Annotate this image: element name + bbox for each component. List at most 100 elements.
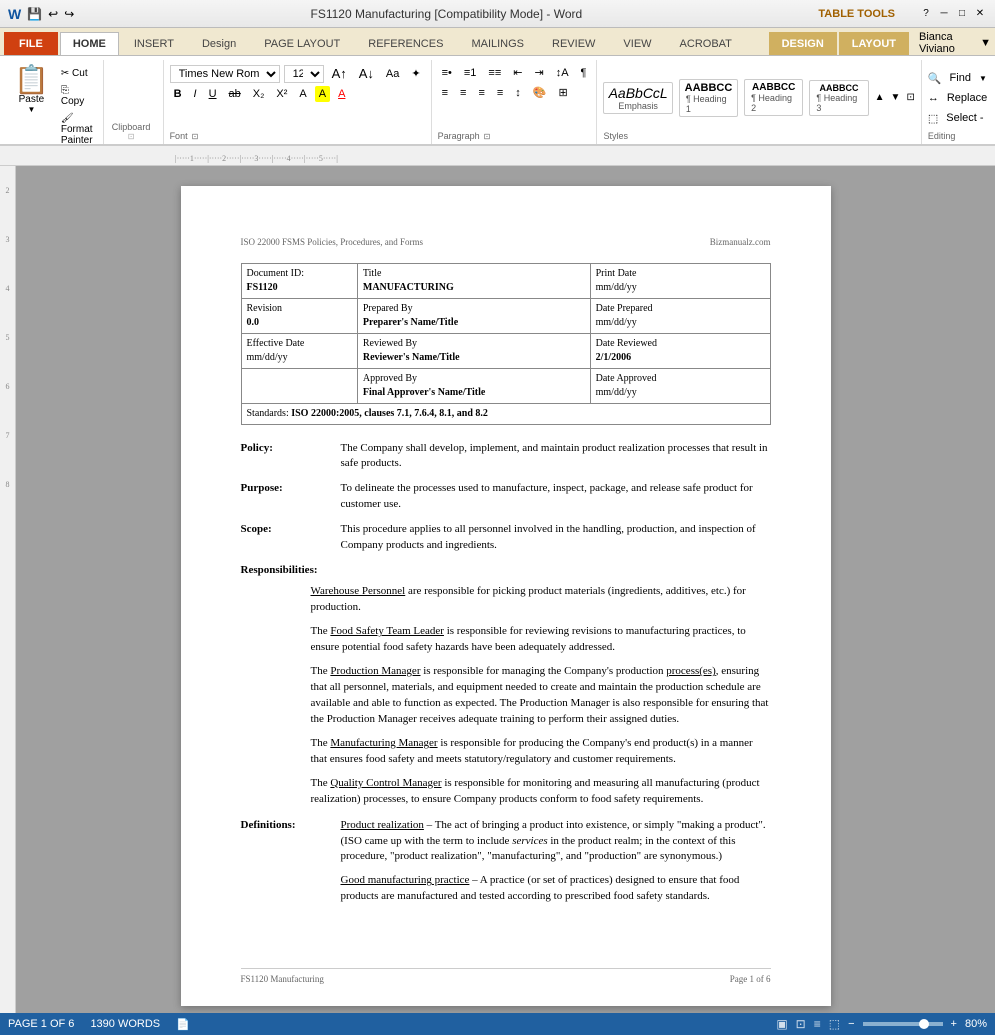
undo-btn[interactable]: ↩ bbox=[48, 7, 58, 21]
shading-btn[interactable]: 🎨 bbox=[529, 84, 551, 101]
page-header: ISO 22000 FSMS Policies, Procedures, and… bbox=[241, 236, 771, 249]
tab-table-design[interactable]: DESIGN bbox=[769, 32, 837, 55]
minimize-btn[interactable]: ─ bbox=[937, 7, 951, 21]
zoom-in-btn[interactable]: + bbox=[951, 1018, 957, 1030]
italic-button[interactable]: I bbox=[190, 86, 201, 102]
view-print-btn[interactable]: ▣ bbox=[776, 1017, 787, 1031]
find-icon: 🔍 bbox=[928, 72, 942, 85]
tab-design[interactable]: Design bbox=[189, 32, 249, 55]
bold-button[interactable]: B bbox=[170, 86, 186, 102]
change-case-btn[interactable]: Aa bbox=[382, 66, 403, 82]
prepared-by-label: Prepared By bbox=[363, 302, 585, 316]
styles-scroll-up[interactable]: ▲ bbox=[875, 92, 885, 103]
view-draft-btn[interactable]: ⬚ bbox=[829, 1017, 840, 1031]
document-info-table: Document ID: FS1120 Title MANUFACTURING … bbox=[241, 263, 771, 425]
document-area[interactable]: ISO 22000 FSMS Policies, Procedures, and… bbox=[16, 166, 995, 1013]
heading2-preview: AABBCC bbox=[752, 82, 795, 93]
paste-label: Paste bbox=[19, 94, 45, 105]
quick-access-save[interactable]: 💾 bbox=[27, 7, 42, 21]
replace-button[interactable]: Replace bbox=[943, 90, 991, 106]
reviewer-label: Reviewer's Name/Title bbox=[363, 351, 585, 365]
document-page: ISO 22000 FSMS Policies, Procedures, and… bbox=[181, 186, 831, 1006]
style-heading2[interactable]: AABBCC ¶ Heading 2 bbox=[744, 79, 803, 116]
superscript-btn[interactable]: X² bbox=[272, 86, 291, 102]
show-formatting-btn[interactable]: ¶ bbox=[577, 65, 591, 81]
gmp-term: Good manufacturing practice bbox=[341, 874, 470, 886]
paste-dropdown[interactable]: ▼ bbox=[27, 105, 35, 114]
view-web-btn[interactable]: ⊡ bbox=[796, 1017, 806, 1031]
zoom-thumb bbox=[919, 1019, 929, 1029]
increase-indent-btn[interactable]: ⇥ bbox=[530, 64, 547, 81]
justify-btn[interactable]: ≡ bbox=[493, 85, 507, 101]
text-highlight-btn[interactable]: A bbox=[315, 86, 330, 102]
scope-text: This procedure applies to all personnel … bbox=[341, 522, 771, 553]
find-button[interactable]: Find bbox=[946, 70, 975, 86]
sort-btn[interactable]: ↕A bbox=[552, 65, 573, 81]
zoom-out-btn[interactable]: − bbox=[848, 1018, 854, 1030]
align-right-btn[interactable]: ≡ bbox=[474, 85, 488, 101]
zoom-level[interactable]: 80% bbox=[965, 1018, 987, 1030]
editing-group: 🔍 Find ▼ ↔ Replace ⬚ Select - Editing bbox=[922, 60, 995, 144]
redo-btn[interactable]: ↪ bbox=[64, 7, 74, 21]
cut-button[interactable]: ✂ Cut bbox=[57, 66, 97, 81]
line-spacing-btn[interactable]: ↕ bbox=[511, 85, 525, 101]
align-left-btn[interactable]: ≡ bbox=[438, 85, 452, 101]
account-icon[interactable]: ▼ bbox=[980, 37, 991, 49]
align-center-btn[interactable]: ≡ bbox=[456, 85, 470, 101]
multilevel-btn[interactable]: ≡≡ bbox=[484, 65, 505, 81]
pm-para: The Production Manager is responsible fo… bbox=[311, 664, 771, 728]
style-heading3[interactable]: AABBCC ¶ Heading 3 bbox=[809, 80, 868, 116]
tab-insert[interactable]: INSERT bbox=[121, 32, 187, 55]
view-outline-btn[interactable]: ≡ bbox=[814, 1017, 821, 1031]
tab-page-layout[interactable]: PAGE LAYOUT bbox=[251, 32, 353, 55]
find-dropdown[interactable]: ▼ bbox=[979, 74, 987, 83]
bullets-btn[interactable]: ≡• bbox=[438, 65, 456, 81]
paragraph-expand[interactable]: ⊡ bbox=[484, 132, 491, 141]
tab-mailings[interactable]: MAILINGS bbox=[458, 32, 537, 55]
tab-home[interactable]: HOME bbox=[60, 32, 119, 55]
style-emphasis[interactable]: AaBbCcL Emphasis bbox=[603, 82, 672, 114]
decrease-indent-btn[interactable]: ⇤ bbox=[509, 64, 526, 81]
font-expand[interactable]: ⊡ bbox=[192, 132, 199, 141]
font-color-btn[interactable]: A bbox=[334, 86, 349, 102]
numbering-btn[interactable]: ≡1 bbox=[460, 65, 481, 81]
gmp-definition: Good manufacturing practice – A practice… bbox=[341, 873, 771, 905]
strikethrough-btn[interactable]: ab bbox=[225, 86, 245, 102]
underline-button[interactable]: U bbox=[205, 86, 221, 102]
font-size-select[interactable]: 12 bbox=[284, 65, 324, 83]
responsibilities-section: Responsibilities: Warehouse Personnel ar… bbox=[241, 563, 771, 808]
maximize-btn[interactable]: □ bbox=[955, 7, 969, 21]
style-heading1[interactable]: AABBCC ¶ Heading 1 bbox=[679, 79, 738, 117]
revision-value: 0.0 bbox=[247, 316, 352, 330]
format-painter-button[interactable]: 🖌 Format Painter bbox=[57, 111, 97, 148]
clipboard-expand[interactable]: ⊡ bbox=[128, 132, 135, 141]
text-effect-btn[interactable]: A bbox=[295, 86, 310, 102]
font-name-select[interactable]: Times New Roman bbox=[170, 65, 280, 83]
select-button[interactable]: Select - bbox=[942, 110, 987, 126]
increase-font-btn[interactable]: A↑ bbox=[328, 64, 351, 83]
zoom-slider[interactable] bbox=[863, 1022, 943, 1026]
close-btn[interactable]: ✕ bbox=[973, 7, 987, 21]
tab-view[interactable]: VIEW bbox=[610, 32, 664, 55]
ribbon-tabs: FILE HOME INSERT Design PAGE LAYOUT REFE… bbox=[0, 28, 995, 56]
tab-acrobat[interactable]: ACROBAT bbox=[667, 32, 745, 55]
track-changes-icon: 📄 bbox=[176, 1018, 190, 1031]
styles-scroll-down[interactable]: ▼ bbox=[891, 92, 901, 103]
tab-file[interactable]: FILE bbox=[4, 32, 58, 55]
clear-format-btn[interactable]: ✦ bbox=[407, 65, 424, 82]
borders-btn[interactable]: ⊞ bbox=[554, 84, 571, 101]
scope-section: Scope: This procedure applies to all per… bbox=[241, 522, 771, 553]
standards-value: ISO 22000:2005, clauses 7.1, 7.6.4, 8.1,… bbox=[291, 408, 488, 419]
reviewed-by-label: Reviewed By bbox=[363, 337, 585, 351]
mm-intro: The bbox=[311, 737, 331, 749]
fst-name: Food Safety Team Leader bbox=[330, 625, 444, 637]
subscript-btn[interactable]: X₂ bbox=[249, 86, 269, 102]
paste-button[interactable]: 📋 Paste ▼ bbox=[10, 64, 53, 144]
tab-references[interactable]: REFERENCES bbox=[355, 32, 456, 55]
tab-table-layout[interactable]: LAYOUT bbox=[839, 32, 909, 55]
tab-review[interactable]: REVIEW bbox=[539, 32, 608, 55]
help-btn[interactable]: ? bbox=[919, 7, 933, 21]
copy-button[interactable]: ⎘ Copy bbox=[57, 83, 97, 109]
styles-expand[interactable]: ⊡ bbox=[906, 92, 914, 103]
decrease-font-btn[interactable]: A↓ bbox=[355, 64, 378, 83]
